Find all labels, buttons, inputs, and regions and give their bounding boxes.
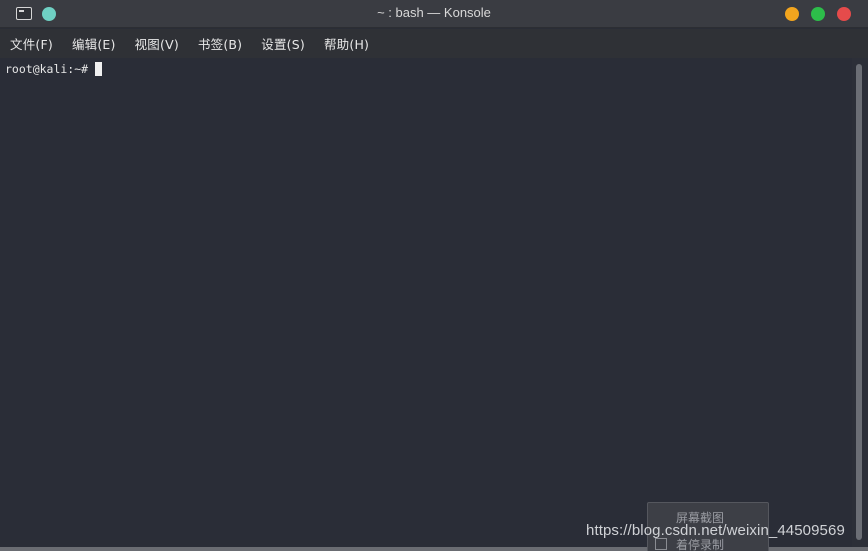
window-title: ~ : bash — Konsole [377, 5, 491, 20]
menu-edit[interactable]: 编辑(E) [72, 34, 116, 53]
terminal-area[interactable]: root@kali:~# [0, 58, 852, 547]
menu-view[interactable]: 视图(V) [135, 34, 179, 53]
maximize-icon[interactable] [811, 7, 825, 21]
konsole-window: ~ : bash — Konsole 文件(F) 编辑(E) 视图(V) 书签(… [0, 0, 868, 551]
menu-bookmarks[interactable]: 书签(B) [198, 34, 242, 53]
shell-prompt: root@kali:~# [5, 61, 89, 76]
popup-record-checkbox[interactable] [655, 538, 667, 550]
prompt-line: root@kali:~# [5, 61, 847, 76]
minimize-icon[interactable] [785, 7, 799, 21]
close-icon[interactable] [837, 7, 851, 21]
title-bar[interactable]: ~ : bash — Konsole [0, 0, 868, 28]
text-cursor [95, 61, 103, 76]
vertical-scrollbar[interactable] [852, 58, 868, 547]
menu-file[interactable]: 文件(F) [10, 34, 53, 53]
menu-bar: 文件(F) 编辑(E) 视图(V) 书签(B) 设置(S) 帮助(H) [0, 29, 868, 58]
scrollbar-thumb[interactable] [856, 64, 862, 540]
watermark-text: https://blog.csdn.net/weixin_44509569 [586, 522, 845, 539]
menu-help[interactable]: 帮助(H) [324, 34, 369, 53]
menu-settings[interactable]: 设置(S) [261, 34, 305, 53]
